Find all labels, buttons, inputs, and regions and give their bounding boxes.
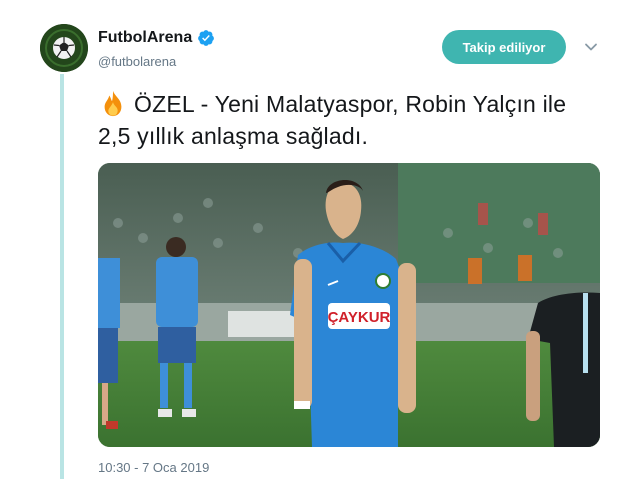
football-player-photo: ÇAYKUR [98,163,600,447]
tweet-timestamp[interactable]: 10:30 - 7 Oca 2019 [98,460,209,475]
account-handle[interactable]: @futbolarena [98,54,176,69]
chevron-down-icon[interactable] [584,40,598,54]
account-name-row[interactable]: FutbolArena [98,29,215,47]
following-button[interactable]: Takip ediliyor [442,30,566,64]
jersey-sponsor: ÇAYKUR [328,309,391,326]
tweet-text: ÖZEL - Yeni Malatyaspor, Robin Yalçın il… [98,88,598,152]
tweet-photo[interactable]: ÇAYKUR [98,163,600,447]
display-name[interactable]: FutbolArena [98,29,192,47]
soccer-ball-icon [40,24,88,72]
tweet-body: ÖZEL - Yeni Malatyaspor, Robin Yalçın il… [98,91,567,149]
verified-badge-icon [198,30,215,46]
thread-line [60,74,64,479]
avatar[interactable] [40,24,88,72]
fire-icon [104,90,122,117]
